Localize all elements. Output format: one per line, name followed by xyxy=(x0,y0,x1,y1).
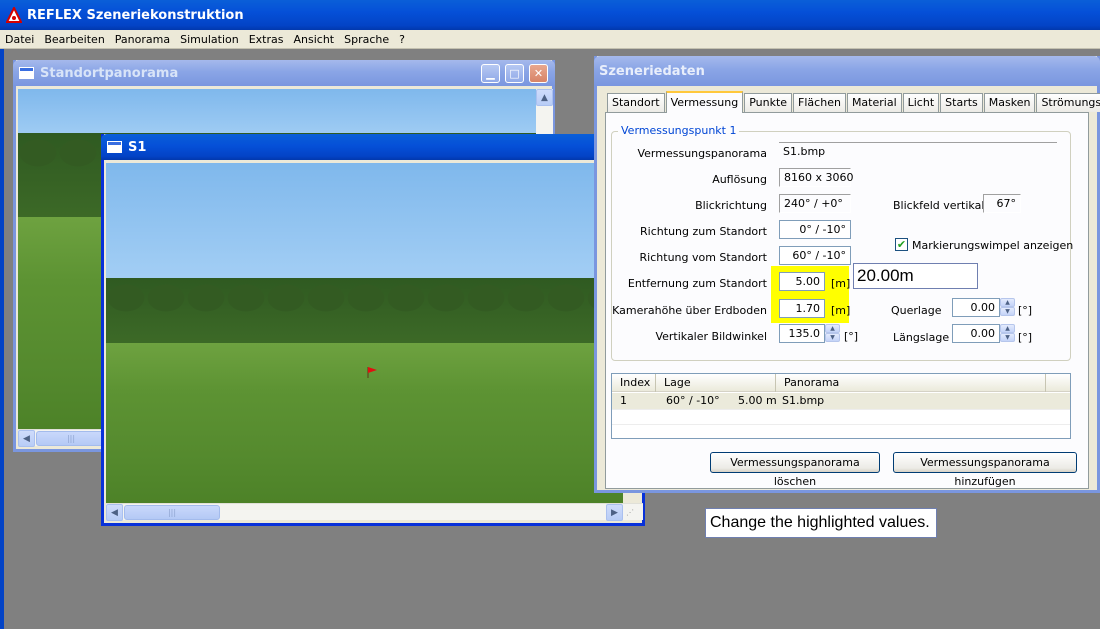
scroll-left-button[interactable]: ◀ xyxy=(106,504,123,521)
bildwinkel-unit: [°] xyxy=(844,330,859,343)
window-icon xyxy=(107,141,122,153)
aufloesung-field: 8160 x 3060 xyxy=(779,168,854,187)
menu-ansicht[interactable]: Ansicht xyxy=(288,30,339,49)
laengslage-spinner[interactable]: ▲ ▼ xyxy=(1000,324,1015,343)
tab-material[interactable]: Material xyxy=(846,93,902,112)
table-row[interactable]: 1 60° / -10° 5.00 m S1.bmp xyxy=(612,393,1070,409)
row-lage: 60° / -10° xyxy=(666,394,720,407)
horizontal-scrollbar[interactable]: ◀ ||| ▶ ⋰ xyxy=(106,503,643,521)
close-button[interactable]: ✕ xyxy=(529,64,548,83)
reflex-warning-icon xyxy=(6,7,22,23)
entfernung-input[interactable]: 5.00 xyxy=(779,272,825,291)
minimize-button[interactable]: ▁ xyxy=(481,64,500,83)
tab-flaechen[interactable]: Flächen xyxy=(793,93,846,112)
menu-datei[interactable]: Datei xyxy=(0,30,39,49)
bildwinkel-label: Vertikaler Bildwinkel xyxy=(655,330,767,343)
tab-punkte[interactable]: Punkte xyxy=(744,93,793,112)
scroll-up-button[interactable]: ▲ xyxy=(536,89,553,106)
column-index[interactable]: Index xyxy=(612,374,656,392)
kamerahoehe-input[interactable]: 1.70 xyxy=(779,299,825,318)
querlage-spinner[interactable]: ▲ ▼ xyxy=(1000,298,1015,317)
vermessung-listview[interactable]: Index Lage Panorama 1 60° / -10° 5.00 m … xyxy=(611,373,1071,439)
richtung-zum-input[interactable]: 0° / -10° xyxy=(779,220,851,239)
listview-header: Index Lage Panorama xyxy=(612,374,1070,392)
tab-masken[interactable]: Masken xyxy=(983,93,1036,112)
szeneriedaten-window: Szeneriedaten Standort Vermessung Punkte… xyxy=(594,56,1100,493)
s1-titlebar[interactable]: S1 ▁ xyxy=(101,134,645,160)
panorama-field: S1.bmp xyxy=(779,142,1057,161)
grid-line xyxy=(612,424,1070,425)
scroll-thumb[interactable]: ||| xyxy=(36,431,106,446)
kamerahoehe-label: Kamerahöhe über Erdboden xyxy=(612,304,767,317)
standortpanorama-titlebar[interactable]: Standortpanorama ▁ □ ✕ xyxy=(13,60,555,86)
kamerahoehe-unit: [m] xyxy=(831,304,851,317)
row-distance: 5.00 m xyxy=(738,394,777,407)
marker-flag-icon xyxy=(367,367,377,378)
scroll-right-button[interactable]: ▶ xyxy=(606,504,623,521)
row-panorama: S1.bmp xyxy=(782,394,825,407)
richtung-zum-label: Richtung zum Standort xyxy=(640,225,767,238)
s1-panorama-image xyxy=(106,163,623,503)
blickfeld-label: Blickfeld vertikal xyxy=(893,199,985,212)
instruction-annotation: Change the highlighted values. xyxy=(705,508,937,538)
resize-grip-icon[interactable]: ⋰ xyxy=(626,506,640,520)
querlage-input[interactable]: 0.00 xyxy=(952,298,1000,317)
s1-window: S1 ▁ ◀ ||| ▶ ⋰ xyxy=(101,134,645,526)
group-title: Vermessungspunkt 1 xyxy=(618,124,740,137)
scroll-left-button[interactable]: ◀ xyxy=(18,430,35,447)
value-annotation-box: 20.00m xyxy=(853,263,978,289)
workspace-border xyxy=(0,49,4,629)
menu-simulation[interactable]: Simulation xyxy=(175,30,244,49)
menu-panorama[interactable]: Panorama xyxy=(110,30,175,49)
blickrichtung-label: Blickrichtung xyxy=(695,199,767,212)
markierung-label[interactable]: Markierungswimpel anzeigen xyxy=(912,239,1073,252)
panorama-label: Vermessungspanorama xyxy=(637,147,767,160)
richtung-vom-input[interactable]: 60° / -10° xyxy=(779,246,851,265)
tab-stroemungsfeld[interactable]: Strömungsfeld xyxy=(1036,93,1100,112)
laengslage-input[interactable]: 0.00 xyxy=(952,324,1000,343)
entfernung-unit: [m] xyxy=(831,277,851,290)
laengslage-label: Längslage xyxy=(893,331,950,344)
window-icon xyxy=(19,67,34,79)
menu-bearbeiten[interactable]: Bearbeiten xyxy=(39,30,109,49)
szeneriedaten-titlebar[interactable]: Szeneriedaten xyxy=(594,56,1100,86)
grid-line xyxy=(612,409,1070,410)
add-panorama-button[interactable]: Vermessungspanorama hinzufügen xyxy=(893,452,1077,488)
delete-panorama-button[interactable]: Vermessungspanorama löschen xyxy=(710,452,880,488)
querlage-unit: [°] xyxy=(1018,304,1033,317)
app-titlebar: REFLEX Szeneriekonstruktion xyxy=(0,0,1100,30)
menu-help[interactable]: ? xyxy=(394,30,410,49)
tab-starts[interactable]: Starts xyxy=(940,93,983,112)
tab-standort[interactable]: Standort xyxy=(607,93,665,112)
menu-sprache[interactable]: Sprache xyxy=(339,30,394,49)
menu-extras[interactable]: Extras xyxy=(244,30,289,49)
richtung-vom-label: Richtung vom Standort xyxy=(639,251,767,264)
markierung-checkbox[interactable]: ✔ xyxy=(895,238,908,251)
bildwinkel-spinner[interactable]: ▲ ▼ xyxy=(825,324,840,343)
menubar: Datei Bearbeiten Panorama Simulation Ext… xyxy=(0,30,1100,49)
app-title: REFLEX Szeneriekonstruktion xyxy=(27,7,244,23)
tab-vermessung[interactable]: Vermessung xyxy=(665,91,744,113)
blickfeld-field: 67° xyxy=(983,194,1021,213)
aufloesung-label: Auflösung xyxy=(712,173,767,186)
column-lage[interactable]: Lage xyxy=(656,374,776,392)
tab-licht[interactable]: Licht xyxy=(902,93,940,112)
scroll-thumb[interactable]: ||| xyxy=(124,505,220,520)
maximize-button[interactable]: □ xyxy=(505,64,524,83)
szeneriedaten-title: Szeneriedaten xyxy=(599,63,705,79)
bildwinkel-input[interactable]: 135.0 xyxy=(779,324,825,343)
entfernung-label: Entfernung zum Standort xyxy=(627,277,767,290)
s1-title: S1 xyxy=(128,139,147,155)
laengslage-unit: [°] xyxy=(1018,331,1033,344)
tab-strip: Standort Vermessung Punkte Flächen Mater… xyxy=(607,91,1100,113)
blickrichtung-field: 240° / +0° xyxy=(779,194,851,213)
row-index: 1 xyxy=(620,394,627,407)
column-panorama[interactable]: Panorama xyxy=(776,374,1046,392)
querlage-label: Querlage xyxy=(891,304,942,317)
standortpanorama-title: Standortpanorama xyxy=(40,65,179,81)
